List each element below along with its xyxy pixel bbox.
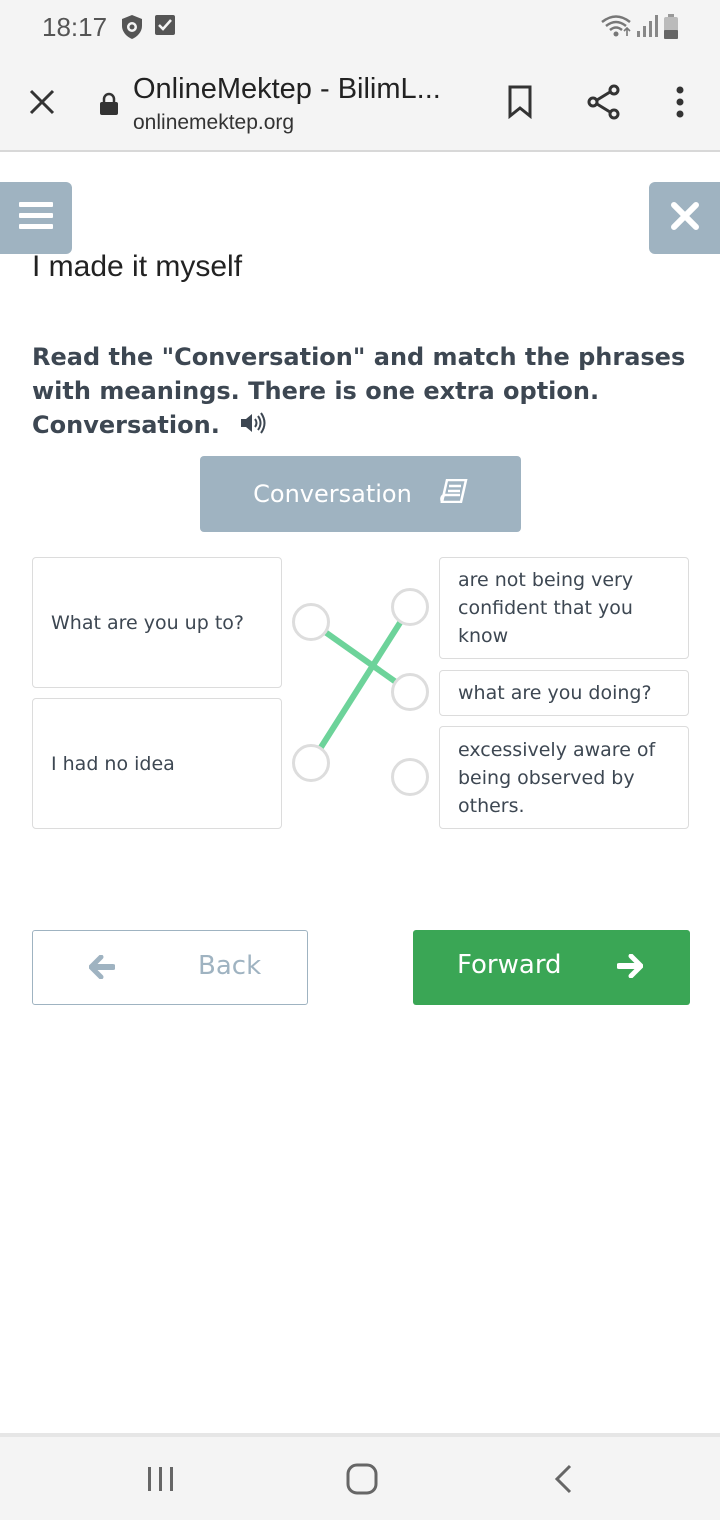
wifi-icon [600, 14, 634, 42]
status-bar: 18:17 [0, 0, 720, 56]
left-phrase-text: I had no idea [51, 752, 175, 775]
right-meaning-card[interactable]: are not being very confident that you kn… [439, 557, 689, 659]
bookmark-icon[interactable] [500, 82, 540, 122]
task-line: with meanings. There is one extra option… [32, 377, 600, 405]
browser-toolbar: OnlineMektep - BilimL... onlinemektep.or… [0, 56, 720, 152]
menu-button[interactable] [0, 182, 72, 254]
right-connector[interactable] [391, 588, 429, 626]
check-box-icon [155, 14, 175, 40]
lock-icon [97, 90, 121, 118]
battery-icon [663, 14, 679, 44]
back-icon[interactable] [552, 1463, 574, 1499]
task-line: Read the "Conversation" and match the ph… [32, 343, 686, 371]
task-line-text: Conversation. [32, 411, 220, 439]
task-instructions: Read the "Conversation" and match the ph… [32, 340, 686, 443]
shield-lion-icon [120, 14, 144, 44]
back-button[interactable]: Back [32, 930, 308, 1005]
left-phrase-card[interactable]: I had no idea [32, 698, 282, 829]
left-connector[interactable] [292, 744, 330, 782]
arrow-left-icon [88, 954, 116, 983]
close-icon [670, 202, 699, 234]
home-icon[interactable] [346, 1463, 378, 1499]
browser-url[interactable]: onlinemektep.org [133, 111, 294, 135]
forward-button[interactable]: Forward [413, 930, 690, 1005]
back-button-label: Back [198, 951, 262, 981]
speaker-icon[interactable] [240, 409, 266, 443]
share-icon[interactable] [584, 82, 624, 122]
close-icon[interactable] [22, 82, 62, 122]
status-time: 18:17 [42, 12, 108, 42]
hamburger-icon [19, 202, 53, 234]
left-phrase-text: What are you up to? [51, 611, 244, 634]
system-nav-bar [0, 1433, 720, 1520]
left-connector[interactable] [292, 603, 330, 641]
lesson-title: I made it myself [32, 250, 243, 283]
book-icon [440, 478, 468, 509]
close-lesson-button[interactable] [649, 182, 720, 254]
right-meaning-card[interactable]: excessively aware of being observed by o… [439, 726, 689, 829]
arrow-right-icon [616, 953, 644, 982]
right-connector[interactable] [391, 758, 429, 796]
conversation-button[interactable]: Conversation [200, 456, 521, 532]
conversation-button-label: Conversation [253, 480, 412, 508]
forward-button-label: Forward [457, 950, 562, 980]
right-connector[interactable] [391, 673, 429, 711]
recent-apps-icon[interactable] [146, 1465, 176, 1497]
more-vert-icon[interactable] [664, 82, 696, 122]
right-meaning-text: what are you doing? [458, 682, 652, 704]
right-meaning-text: excessively aware of being observed by o… [458, 738, 656, 817]
task-line: Conversation. [32, 408, 672, 443]
signal-icon [636, 14, 658, 42]
browser-page-title[interactable]: OnlineMektep - BilimL... [133, 73, 463, 106]
right-meaning-card[interactable]: what are you doing? [439, 670, 689, 716]
left-phrase-card[interactable]: What are you up to? [32, 557, 282, 688]
right-meaning-text: are not being very confident that you kn… [458, 569, 634, 647]
